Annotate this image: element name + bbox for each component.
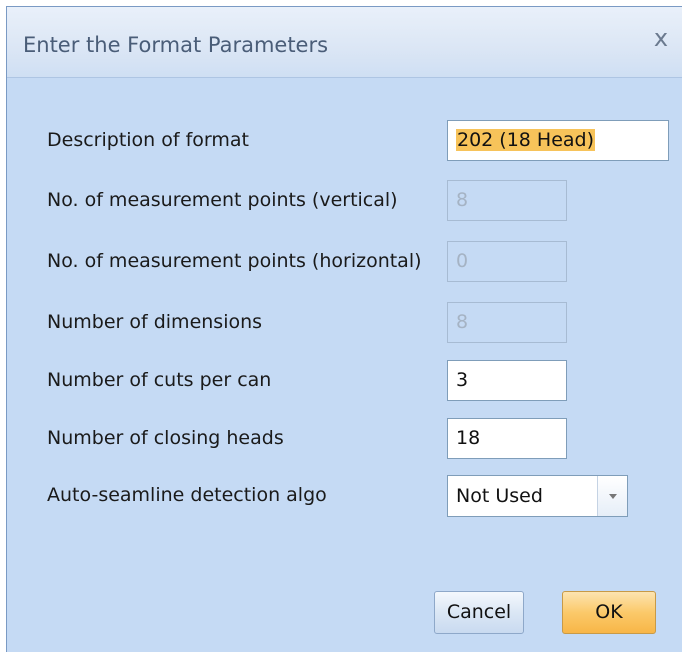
vertical-points-input: 8 — [447, 180, 567, 221]
dialog-title: Enter the Format Parameters — [23, 33, 329, 57]
description-input[interactable]: 202 (18 Head) — [447, 120, 669, 161]
description-label: Description of format — [47, 129, 249, 151]
closing-heads-input[interactable]: 18 — [447, 418, 567, 459]
horizontal-points-label: No. of measurement points (horizontal) — [47, 250, 422, 272]
cuts-per-can-label: Number of cuts per can — [47, 369, 272, 391]
dimensions-label: Number of dimensions — [47, 311, 263, 333]
dropdown-button[interactable] — [597, 476, 627, 516]
cancel-button[interactable]: Cancel — [434, 591, 524, 634]
format-parameters-dialog: Enter the Format Parameters x Descriptio… — [6, 6, 682, 652]
chevron-down-icon — [608, 493, 617, 499]
ok-button[interactable]: OK — [562, 591, 656, 634]
dimensions-input: 8 — [447, 302, 567, 343]
description-value: 202 (18 Head) — [456, 129, 596, 151]
cuts-per-can-input[interactable]: 3 — [447, 360, 567, 401]
horizontal-points-input: 0 — [447, 241, 567, 282]
close-icon[interactable]: x — [649, 26, 673, 50]
seamline-algo-select[interactable]: Not Used — [447, 475, 628, 517]
seamline-algo-label: Auto-seamline detection algo — [47, 484, 327, 506]
vertical-points-label: No. of measurement points (vertical) — [47, 189, 398, 211]
dialog-titlebar: Enter the Format Parameters x — [7, 7, 682, 78]
closing-heads-label: Number of closing heads — [47, 427, 284, 449]
seamline-algo-value: Not Used — [456, 485, 543, 507]
